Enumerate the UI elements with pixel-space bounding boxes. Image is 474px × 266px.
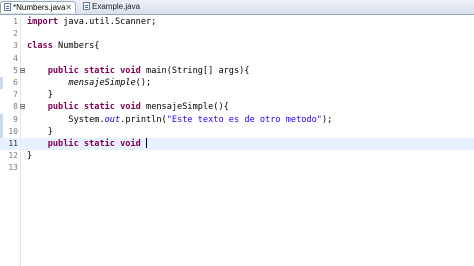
keyword-token: public static void bbox=[47, 139, 141, 149]
code-text: public static void mensajeSimple(){ bbox=[27, 101, 229, 113]
line-number: 2 bbox=[13, 29, 18, 39]
line-number: 1 bbox=[13, 17, 18, 26]
line-number: 5 bbox=[13, 65, 18, 75]
fold-toggle-icon[interactable] bbox=[20, 104, 25, 110]
code-line[interactable]: 8 public static void mensajeSimple(){ bbox=[0, 101, 474, 113]
code-line[interactable]: 12} bbox=[0, 150, 474, 162]
code-line[interactable]: 6 mensajeSimple(); bbox=[0, 77, 474, 89]
code-token: .println( bbox=[120, 114, 167, 125]
code-text: class Numbers{ bbox=[27, 40, 99, 52]
code-token: mensajeSimple bbox=[68, 78, 136, 88]
code-token: out bbox=[104, 114, 121, 125]
line-number: 9 bbox=[13, 114, 18, 124]
line-number: 8 bbox=[13, 102, 18, 112]
code-line[interactable]: 10 } bbox=[0, 125, 474, 138]
tab-numbers-java[interactable]: *Numbers.java ✕ bbox=[0, 1, 76, 13]
string-token: "Este texto es de otro metodo" bbox=[166, 114, 322, 125]
code-token: } bbox=[27, 90, 53, 101]
tab-label: Example.java bbox=[92, 2, 141, 11]
line-number: 13 bbox=[8, 163, 18, 173]
code-token: Numbers{ bbox=[52, 41, 100, 52]
java-file-icon bbox=[4, 3, 11, 11]
line-number: 3 bbox=[13, 41, 18, 51]
line-number: 11 bbox=[8, 139, 18, 148]
line-number: 6 bbox=[13, 78, 18, 87]
code-text: public static void bbox=[27, 138, 148, 150]
keyword-token: class bbox=[27, 41, 53, 52]
code-text: public static void main(String[] args){ bbox=[27, 65, 250, 77]
java-file-icon bbox=[83, 2, 90, 10]
code-line[interactable]: 2 bbox=[0, 28, 474, 40]
code-text: import java.util.Scanner; bbox=[27, 16, 156, 28]
code-token: java.util.Scanner; bbox=[58, 17, 157, 27]
code-text: } bbox=[27, 89, 53, 101]
code-token: mensajeSimple(){ bbox=[140, 102, 229, 113]
code-line[interactable]: 1 import java.util.Scanner; bbox=[0, 16, 474, 28]
code-text: } bbox=[27, 150, 32, 162]
text-caret bbox=[146, 138, 148, 148]
code-editor[interactable]: 1 import java.util.Scanner; 2 3 class Number… bbox=[0, 15, 474, 266]
tab-label: *Numbers.java bbox=[13, 3, 66, 12]
close-tab-icon[interactable]: ✕ bbox=[65, 2, 72, 14]
tab-example-java[interactable]: Example.java bbox=[80, 1, 150, 13]
code-line[interactable]: 7 } bbox=[0, 89, 474, 101]
keyword-token: import bbox=[27, 17, 59, 27]
code-text: System.out.println("Este texto es de otr… bbox=[27, 114, 332, 126]
code-line[interactable]: 4 bbox=[0, 53, 474, 65]
code-line[interactable]: 11 public static void bbox=[0, 138, 474, 150]
editor-tab-bar: *Numbers.java ✕ Example.java bbox=[0, 0, 474, 15]
code-text: } bbox=[27, 126, 53, 138]
code-line[interactable]: 9 System.out.println("Este texto es de o… bbox=[0, 113, 474, 126]
line-number: 10 bbox=[8, 126, 18, 136]
code-token: main(String[] args){ bbox=[140, 65, 250, 76]
fold-toggle-icon[interactable] bbox=[20, 67, 25, 73]
line-number: 7 bbox=[13, 90, 18, 100]
line-number: 12 bbox=[8, 151, 18, 161]
line-number: 4 bbox=[13, 53, 18, 63]
code-text: mensajeSimple(); bbox=[27, 77, 151, 89]
code-token: ); bbox=[321, 114, 333, 125]
code-token: } bbox=[27, 151, 33, 162]
code-token: } bbox=[27, 126, 53, 137]
keyword-token: public static void bbox=[47, 102, 141, 113]
code-token: (); bbox=[135, 78, 152, 88]
code-line[interactable]: 5 public static void main(String[] args)… bbox=[0, 65, 474, 77]
keyword-token: public static void bbox=[47, 65, 141, 76]
code-line[interactable]: 3 class Numbers{ bbox=[0, 40, 474, 52]
code-line[interactable]: 13 bbox=[0, 162, 474, 174]
code-token: System. bbox=[27, 114, 105, 125]
